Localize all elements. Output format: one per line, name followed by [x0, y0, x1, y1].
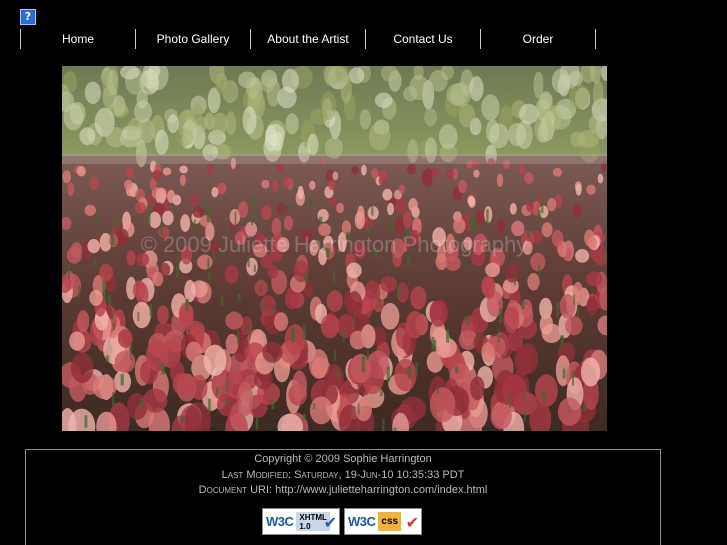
photo-watermark: © 2009 Juliette Harrington Photography	[141, 232, 528, 257]
help-icon[interactable]: ?	[20, 9, 36, 25]
css-tag-line1: css	[381, 516, 399, 527]
nav-separator	[595, 29, 596, 49]
validator-badges: W3C XHTML 1.0 ✔ W3C css ✔	[262, 508, 422, 535]
tulip-field-photo: © 2009 Juliette Harrington Photography	[62, 66, 607, 431]
nav-item-about-the-artist[interactable]: About the Artist	[251, 29, 365, 49]
checkmark-icon: ✔	[405, 513, 419, 532]
tulip-field-image: © 2009 Juliette Harrington Photography	[62, 66, 607, 431]
copyright-text: Copyright © 2009 Sophie Harrington	[254, 453, 432, 465]
css-tag: css	[378, 512, 402, 531]
checkmark-icon: ✔	[323, 513, 337, 532]
nav-item-photo-gallery[interactable]: Photo Gallery	[136, 29, 250, 49]
w3c-logo: W3C	[266, 514, 294, 529]
xhtml-valid-badge[interactable]: W3C XHTML 1.0 ✔	[262, 508, 340, 535]
last-modified-value: Saturday, 19-Jun-10 10:35:33 PDT	[294, 468, 465, 481]
document-uri: Document URI: http://www.julietteharring…	[26, 483, 660, 499]
last-modified-label: Last Modified:	[221, 468, 292, 481]
nav-item-contact-us[interactable]: Contact Us	[366, 29, 480, 49]
css-valid-badge[interactable]: W3C css ✔	[344, 508, 422, 535]
w3c-logo: W3C	[348, 514, 376, 529]
main-nav: Home Photo Gallery About the Artist Cont…	[20, 29, 596, 49]
page: ? Home Photo Gallery About the Artist Co…	[0, 0, 727, 545]
last-modified: Last Modified: Saturday, 19-Jun-10 10:35…	[26, 468, 660, 484]
nav-item-order[interactable]: Order	[481, 29, 595, 49]
footer: Copyright © 2009 Sophie Harrington Last …	[25, 449, 661, 545]
nav-item-home[interactable]: Home	[21, 29, 135, 49]
document-uri-value: http://www.julietteharrington.com/index.…	[275, 484, 488, 496]
document-uri-label: Document URI:	[198, 484, 273, 496]
